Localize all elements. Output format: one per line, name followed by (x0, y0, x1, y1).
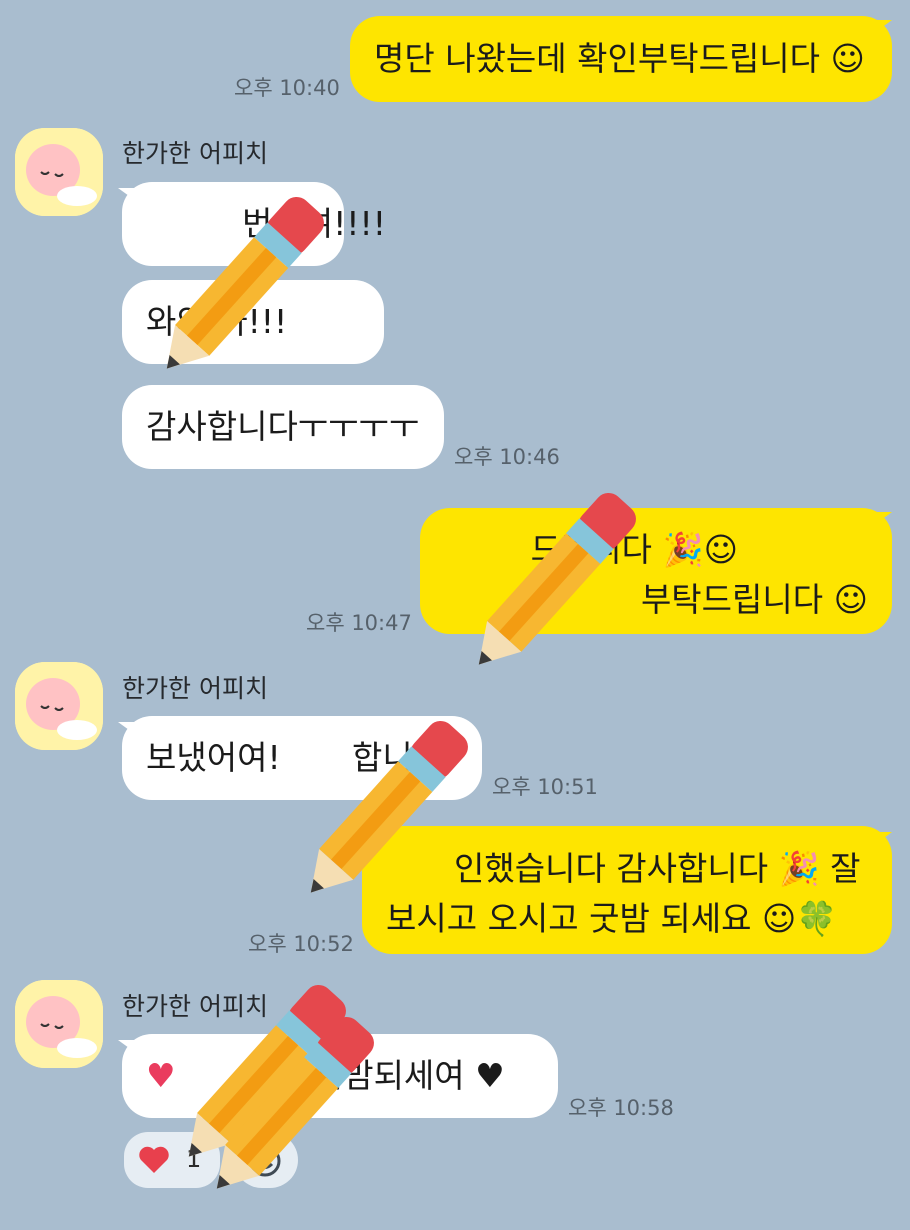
apeach-avatar-icon (15, 980, 103, 1068)
pencil-sticker-icon (166, 196, 324, 369)
message-text: 명단 나왔는데 확인부탁드립니다 ☺ (374, 39, 865, 78)
apeach-avatar-icon (15, 662, 103, 750)
message-text: 보냈어여! (146, 738, 281, 777)
message-time: 오후 10:40 (234, 76, 340, 100)
pencil-sticker-icon (310, 720, 468, 893)
contact-name: 한가한 어피치 (122, 139, 268, 168)
contact-avatar[interactable] (15, 128, 103, 216)
my-message-bubble[interactable]: 명단 나왔는데 확인부탁드립니다 ☺ (350, 16, 892, 102)
contact-avatar[interactable] (15, 980, 103, 1068)
apeach-avatar-icon (15, 128, 103, 216)
message-text: 감사합니다ㅜㅜㅜㅜ (146, 407, 420, 446)
message-time: 오후 10:51 (492, 775, 598, 799)
contact-name: 한가한 어피치 (122, 674, 268, 703)
message-time: 오후 10:46 (454, 445, 560, 469)
message-time: 오후 10:58 (568, 1096, 674, 1120)
pencil-sticker-icon (478, 492, 636, 665)
contact-avatar[interactable] (15, 662, 103, 750)
pencil-sticker-icon (216, 1016, 374, 1189)
message-time: 오후 10:47 (306, 611, 412, 635)
